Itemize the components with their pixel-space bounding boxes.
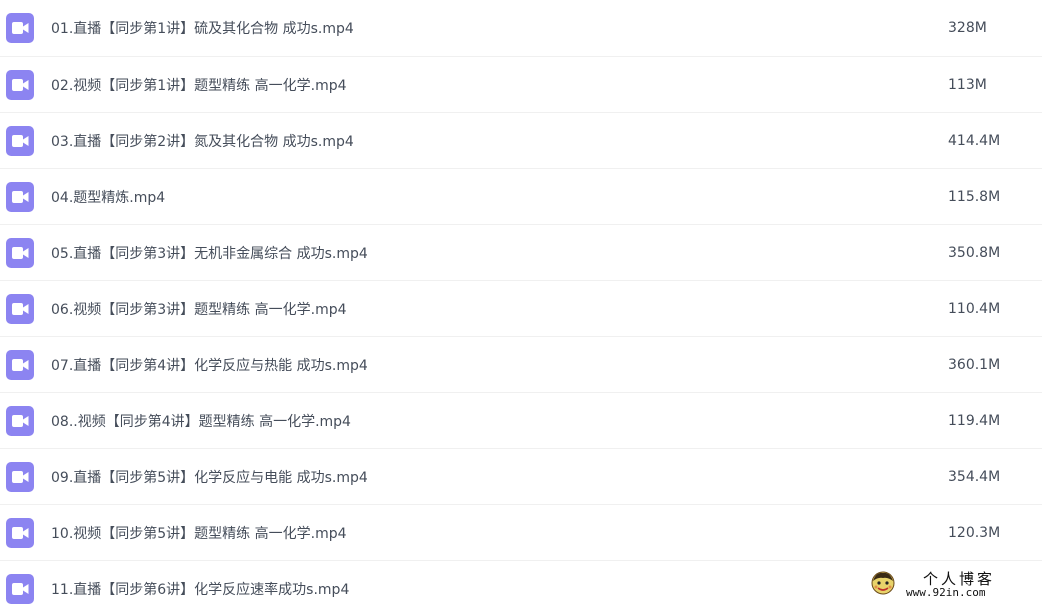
file-size: 115.8M xyxy=(948,188,1001,205)
file-name[interactable]: 08..视频【同步第4讲】题型精练 高一化学.mp4 xyxy=(51,411,351,431)
file-size: 360.1M xyxy=(948,356,1001,373)
video-file-icon xyxy=(6,181,34,212)
file-row[interactable]: 01.直播【同步第1讲】硫及其化合物 成功s.mp4 328M xyxy=(0,0,1042,57)
video-file-icon xyxy=(6,237,34,268)
file-name[interactable]: 04.题型精炼.mp4 xyxy=(51,187,165,207)
file-row[interactable]: 04.题型精炼.mp4 115.8M xyxy=(0,169,1042,225)
file-name[interactable]: 03.直播【同步第2讲】氮及其化合物 成功s.mp4 xyxy=(51,131,354,151)
video-file-icon xyxy=(6,461,34,492)
file-name[interactable]: 11.直播【同步第6讲】化学反应速率成功s.mp4 xyxy=(51,579,349,599)
file-size: 113M xyxy=(948,76,987,93)
file-size: 350.8M xyxy=(948,244,1001,261)
file-name[interactable]: 09.直播【同步第5讲】化学反应与电能 成功s.mp4 xyxy=(51,467,368,487)
file-size: 119.4M xyxy=(948,412,1001,429)
file-list: 01.直播【同步第1讲】硫及其化合物 成功s.mp4 328M 02.视频【同步… xyxy=(0,0,1042,605)
file-size: 120.3M xyxy=(948,524,1001,541)
watermark-url: www.92in.com xyxy=(906,586,986,599)
video-file-icon xyxy=(6,349,34,380)
file-row[interactable]: 02.视频【同步第1讲】题型精练 高一化学.mp4 113M xyxy=(0,57,1042,113)
file-row[interactable]: 08..视频【同步第4讲】题型精练 高一化学.mp4 119.4M xyxy=(0,393,1042,449)
video-file-icon xyxy=(6,405,34,436)
file-size: 354.4M xyxy=(948,468,1001,485)
file-row[interactable]: 07.直播【同步第4讲】化学反应与热能 成功s.mp4 360.1M xyxy=(0,337,1042,393)
file-row[interactable]: 03.直播【同步第2讲】氮及其化合物 成功s.mp4 414.4M xyxy=(0,113,1042,169)
file-name[interactable]: 06.视频【同步第3讲】题型精练 高一化学.mp4 xyxy=(51,299,347,319)
file-name[interactable]: 10.视频【同步第5讲】题型精练 高一化学.mp4 xyxy=(51,523,347,543)
video-file-icon xyxy=(6,517,34,548)
file-row[interactable]: 09.直播【同步第5讲】化学反应与电能 成功s.mp4 354.4M xyxy=(0,449,1042,505)
video-file-icon xyxy=(6,293,34,324)
cartoon-logo-icon xyxy=(870,570,896,596)
file-row[interactable]: 10.视频【同步第5讲】题型精练 高一化学.mp4 120.3M xyxy=(0,505,1042,561)
file-name[interactable]: 07.直播【同步第4讲】化学反应与热能 成功s.mp4 xyxy=(51,355,368,375)
video-file-icon xyxy=(6,69,34,100)
file-name[interactable]: 01.直播【同步第1讲】硫及其化合物 成功s.mp4 xyxy=(51,18,354,38)
file-name[interactable]: 05.直播【同步第3讲】无机非金属综合 成功s.mp4 xyxy=(51,243,368,263)
file-size: 328M xyxy=(948,20,987,36)
video-file-icon xyxy=(6,13,34,43)
file-row[interactable]: 06.视频【同步第3讲】题型精练 高一化学.mp4 110.4M xyxy=(0,281,1042,337)
file-row[interactable]: 05.直播【同步第3讲】无机非金属综合 成功s.mp4 350.8M xyxy=(0,225,1042,281)
file-name[interactable]: 02.视频【同步第1讲】题型精练 高一化学.mp4 xyxy=(51,75,347,95)
video-file-icon xyxy=(6,125,34,156)
file-size: 414.4M xyxy=(948,132,1001,149)
file-size: 110.4M xyxy=(948,300,1001,317)
watermark: 个人博客 www.92in.com xyxy=(868,566,1042,605)
video-file-icon xyxy=(6,573,34,604)
